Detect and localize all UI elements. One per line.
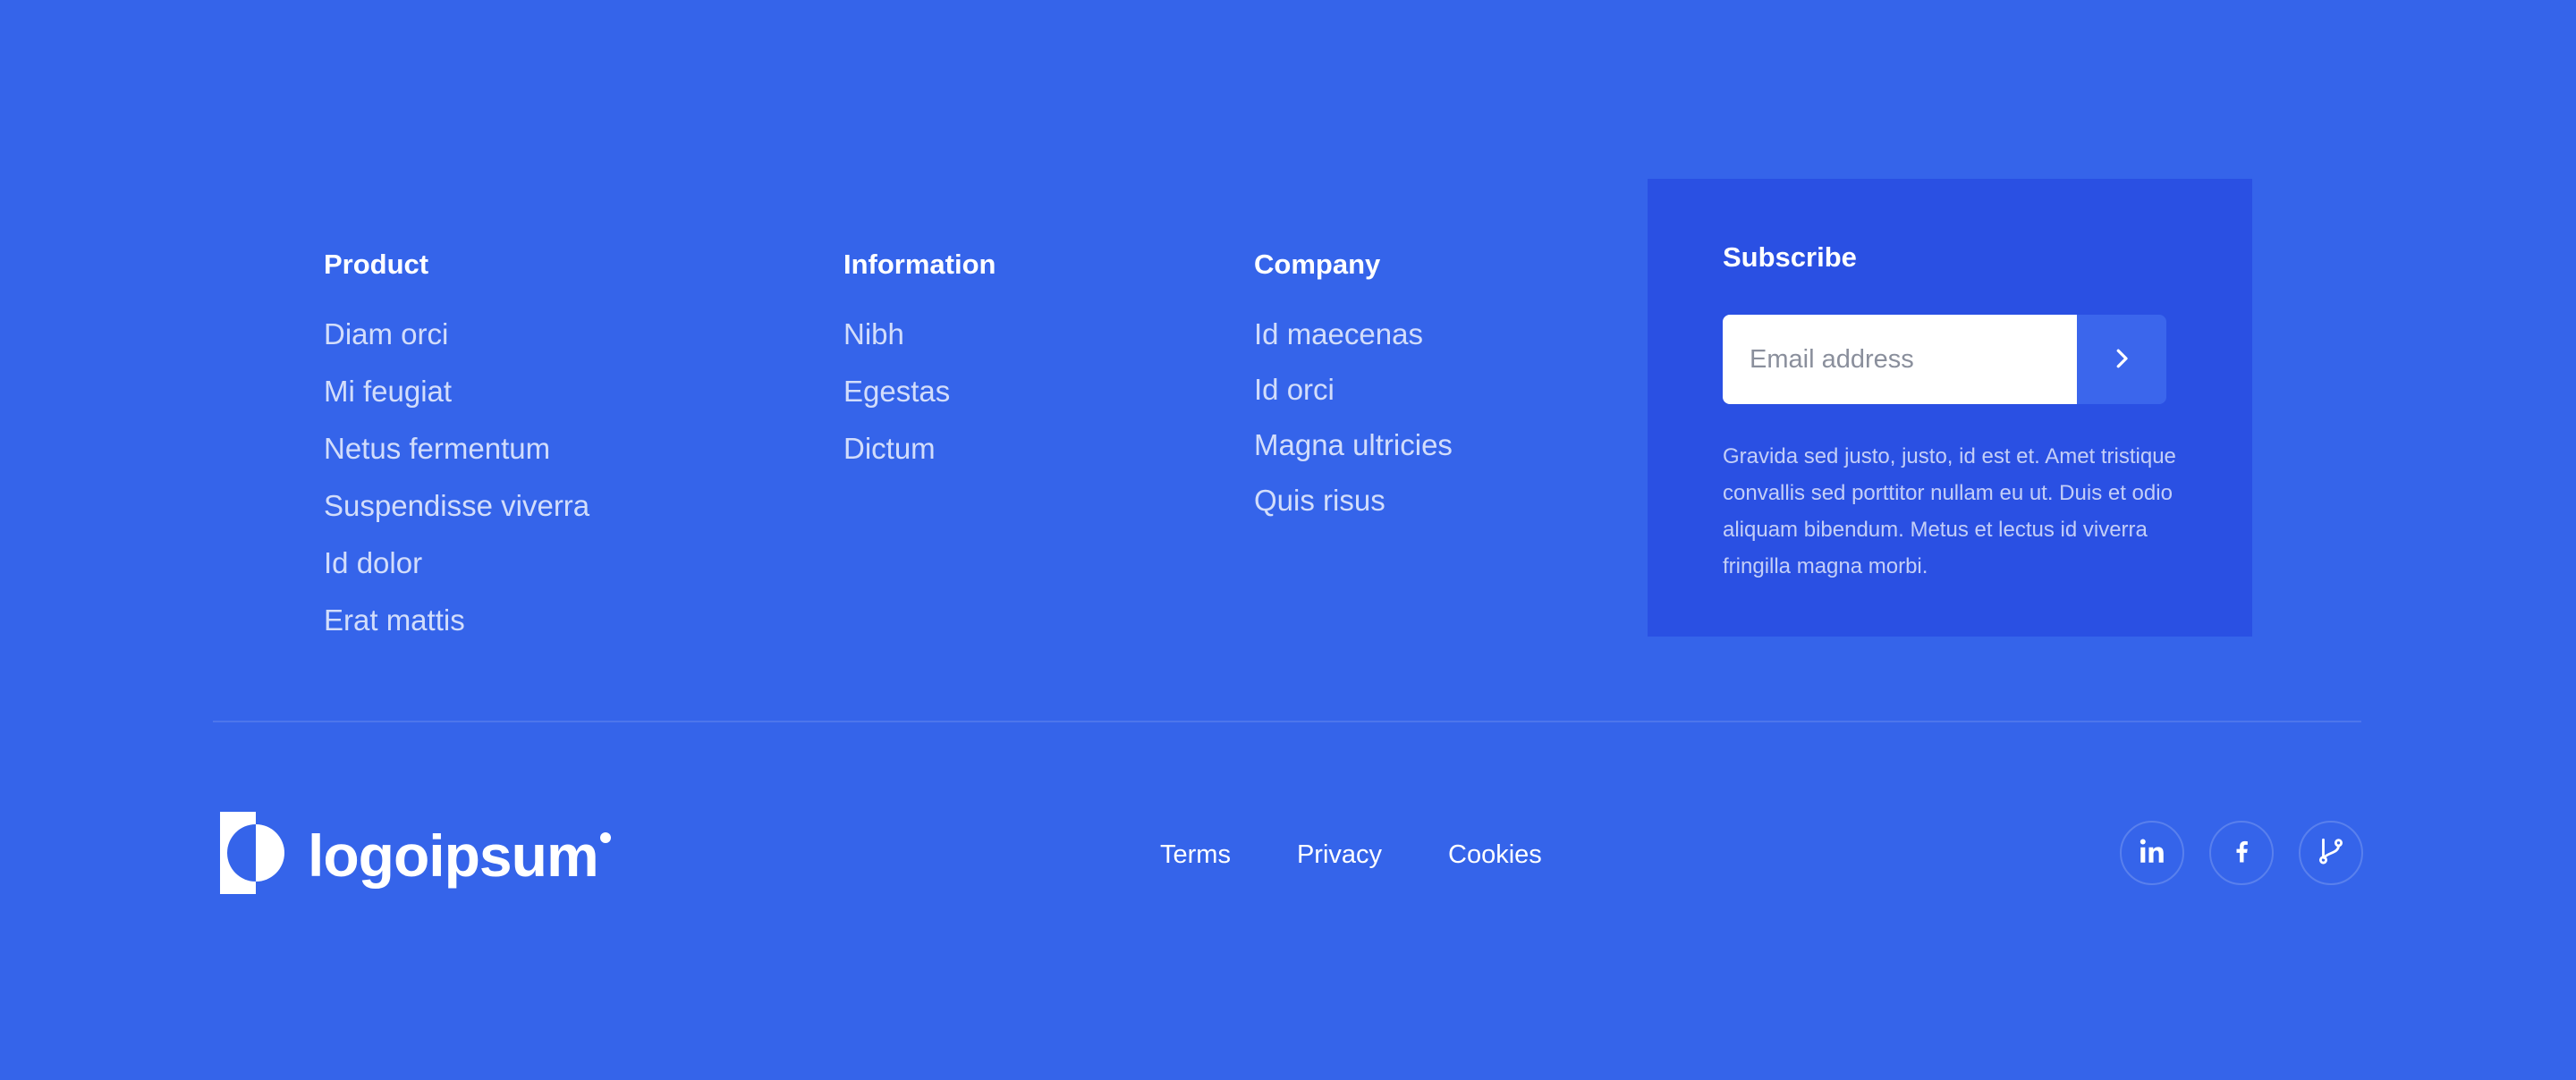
footer-link[interactable]: Diam orci: [324, 316, 589, 352]
column-title: Information: [843, 249, 996, 280]
social-links: [2120, 821, 2363, 885]
footer-link[interactable]: Egestas: [843, 374, 996, 409]
link-list: Nibh Egestas Dictum: [843, 316, 996, 467]
footer-divider: [213, 721, 2361, 722]
footer-link[interactable]: Id dolor: [324, 545, 589, 581]
chevron-right-icon: [2108, 345, 2135, 375]
logo[interactable]: logoipsum: [220, 812, 611, 899]
footer-link[interactable]: Magna ultricies: [1254, 427, 1453, 463]
footer-link[interactable]: Nibh: [843, 316, 996, 352]
subscribe-title: Subscribe: [1723, 241, 1857, 273]
linkedin-icon: [2137, 836, 2167, 871]
link-list: Id maecenas Id orci Magna ultricies Quis…: [1254, 316, 1453, 519]
cookies-link[interactable]: Cookies: [1448, 839, 1542, 871]
logo-mark-icon: [220, 812, 288, 899]
footer-link[interactable]: Quis risus: [1254, 483, 1453, 519]
footer-link[interactable]: Suspendisse viverra: [324, 488, 589, 524]
logo-dot: [599, 831, 611, 843]
facebook-icon: [2228, 838, 2255, 869]
privacy-link[interactable]: Privacy: [1297, 839, 1382, 871]
subscribe-description: Gravida sed justo, justo, id est et. Ame…: [1723, 444, 2176, 578]
linkedin-button[interactable]: [2120, 821, 2184, 885]
footer-link[interactable]: Id maecenas: [1254, 316, 1453, 352]
terms-link[interactable]: Terms: [1160, 839, 1231, 871]
logo-text: logoipsum: [308, 822, 599, 889]
git-button[interactable]: [2299, 821, 2363, 885]
footer-column-information: Information Nibh Egestas Dictum: [843, 250, 996, 488]
footer-link[interactable]: Dictum: [843, 431, 996, 467]
footer-link[interactable]: Id orci: [1254, 372, 1453, 408]
column-title: Company: [1254, 249, 1381, 280]
footer-link[interactable]: Mi feugiat: [324, 374, 589, 409]
subscribe-card: Subscribe Gravida sed justo, justo, id e…: [1648, 179, 2252, 637]
facebook-button[interactable]: [2209, 821, 2274, 885]
git-branch-icon: [2316, 836, 2346, 871]
column-title: Product: [324, 249, 429, 280]
link-list: Diam orci Mi feugiat Netus fermentum Sus…: [324, 316, 589, 638]
footer-column-product: Product Diam orci Mi feugiat Netus ferme…: [324, 250, 589, 660]
footer-link[interactable]: Netus fermentum: [324, 431, 589, 467]
footer-link[interactable]: Erat mattis: [324, 603, 589, 638]
legal-links: Terms Privacy Cookies: [1160, 839, 1542, 871]
footer: Product Diam orci Mi feugiat Netus ferme…: [0, 0, 2576, 1080]
email-input[interactable]: [1723, 315, 2077, 404]
subscribe-submit-button[interactable]: [2077, 315, 2166, 404]
footer-column-company: Company Id maecenas Id orci Magna ultric…: [1254, 250, 1453, 538]
subscribe-form: [1723, 315, 2166, 404]
